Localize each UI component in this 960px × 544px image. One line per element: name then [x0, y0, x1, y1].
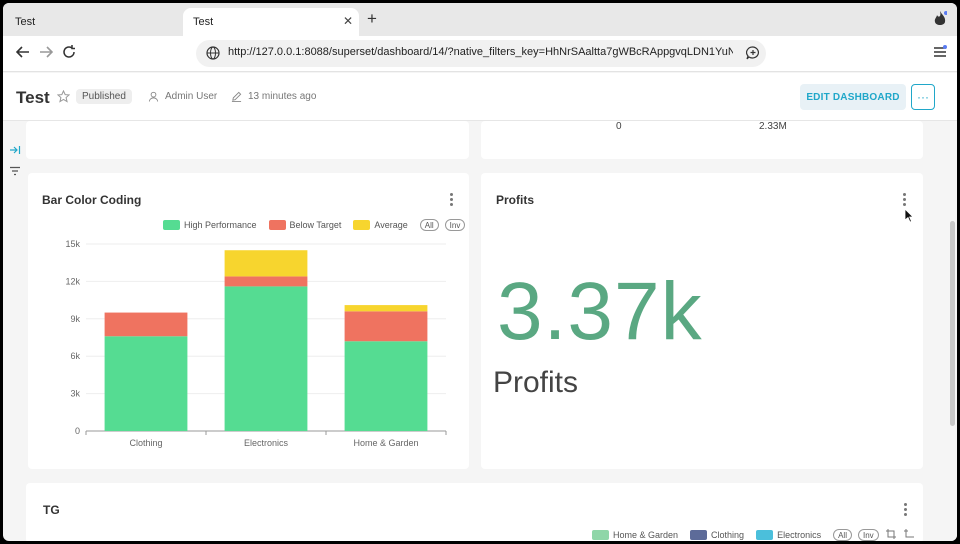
card-menu-icon[interactable] — [903, 193, 907, 208]
bar-segment — [224, 286, 308, 431]
bar-segment — [224, 250, 308, 277]
y-tick-label: 0 — [75, 426, 80, 436]
y-tick-label: 12k — [65, 276, 80, 286]
fire-icon[interactable] — [933, 11, 948, 32]
mouse-cursor-icon — [904, 208, 915, 228]
tab-active[interactable]: Test ✕ — [183, 8, 359, 36]
url-text: http://127.0.0.1:8088/superset/dashboard… — [228, 46, 733, 58]
forward-icon[interactable] — [39, 45, 54, 63]
browser-menu-icon[interactable] — [933, 45, 947, 64]
browser-toolbar: http://127.0.0.1:8088/superset/dashboard… — [3, 36, 957, 72]
card-title: Profits — [496, 193, 535, 207]
bar-color-coding-card: Bar Color Coding High Performance Below … — [28, 173, 469, 469]
bar-segment — [104, 312, 188, 337]
card-title: Bar Color Coding — [42, 193, 142, 207]
legend-select-all-button[interactable]: All — [833, 529, 852, 541]
tab-inactive[interactable]: Test — [5, 8, 181, 36]
legend-item[interactable]: Home & Garden — [592, 530, 678, 540]
y-tick-label: 9k — [70, 314, 80, 324]
new-tab-icon[interactable]: + — [367, 9, 377, 29]
tab-title: Test — [15, 16, 36, 28]
back-icon[interactable] — [15, 45, 30, 63]
chart-card-top-left — [26, 121, 469, 159]
card-menu-icon[interactable] — [904, 503, 908, 518]
bar-chart: 0 3k 6k 9k 12k 15k Clothing Electronics Home & G… — [65, 239, 447, 448]
y-tick-label: 3k — [70, 389, 80, 399]
close-tab-icon[interactable]: ✕ — [343, 14, 353, 28]
bar-segment — [344, 341, 428, 431]
bar-segment — [104, 336, 188, 431]
legend-invert-button[interactable]: Inv — [857, 529, 879, 541]
chart-legend: Home & Garden Clothing Electronics All I… — [592, 528, 915, 541]
edit-dashboard-button[interactable]: EDIT DASHBOARD — [800, 84, 906, 110]
bar-segment — [344, 305, 428, 312]
reload-icon[interactable] — [62, 45, 76, 63]
x-tick-label: Home & Garden — [353, 438, 418, 448]
legend-item[interactable]: Electronics — [756, 530, 821, 540]
card-menu-icon[interactable] — [450, 193, 454, 208]
y-tick-label: 15k — [65, 239, 80, 249]
expand-icon[interactable] — [9, 142, 21, 160]
x-tick-label: Electronics — [244, 438, 289, 448]
page-scrollbar[interactable] — [948, 121, 957, 541]
scrollbar-thumb[interactable] — [950, 221, 955, 426]
dashboard-title[interactable]: Test — [16, 88, 50, 108]
dashboard-header: Test Published Admin User 13 minutes ago… — [3, 73, 957, 121]
bar-segment — [344, 311, 428, 342]
bar-segment — [224, 276, 308, 287]
owner-info: Admin User — [148, 91, 217, 102]
chart-card-top-right: 0 2.33M — [481, 121, 923, 159]
x-tick-label: Clothing — [129, 438, 162, 448]
stub-value-left: 0 — [616, 121, 622, 132]
star-icon[interactable] — [56, 89, 71, 108]
address-bar[interactable]: http://127.0.0.1:8088/superset/dashboard… — [196, 40, 766, 67]
stub-value-right: 2.33M — [759, 121, 787, 132]
modified-info: 13 minutes ago — [231, 91, 316, 102]
big-number-value: 3.37k — [497, 266, 703, 357]
browser-window: Test Test ✕ + http://127.0.0.1:8088/supe… — [3, 3, 957, 541]
owner-name: Admin User — [165, 91, 218, 102]
filter-icon[interactable] — [9, 163, 21, 181]
big-number-subheader: Profits — [493, 366, 579, 399]
legend-item[interactable]: Clothing — [690, 530, 744, 540]
more-actions-button[interactable]: ··· — [911, 84, 935, 110]
zoom-reset-icon[interactable] — [903, 528, 915, 541]
user-icon — [148, 91, 159, 102]
modified-time: 13 minutes ago — [248, 91, 317, 102]
tab-title: Test — [193, 16, 214, 28]
tg-card: TG Home & Garden Clothing Electronics Al… — [26, 483, 923, 541]
status-badge[interactable]: Published — [76, 89, 132, 104]
site-info-icon[interactable] — [206, 46, 220, 65]
y-tick-label: 6k — [70, 351, 80, 361]
chat-icon[interactable] — [746, 46, 760, 65]
card-title: TG — [43, 503, 60, 517]
pencil-icon — [231, 91, 242, 102]
tab-strip: Test Test ✕ + — [3, 3, 957, 36]
zoom-select-icon[interactable] — [885, 528, 897, 541]
